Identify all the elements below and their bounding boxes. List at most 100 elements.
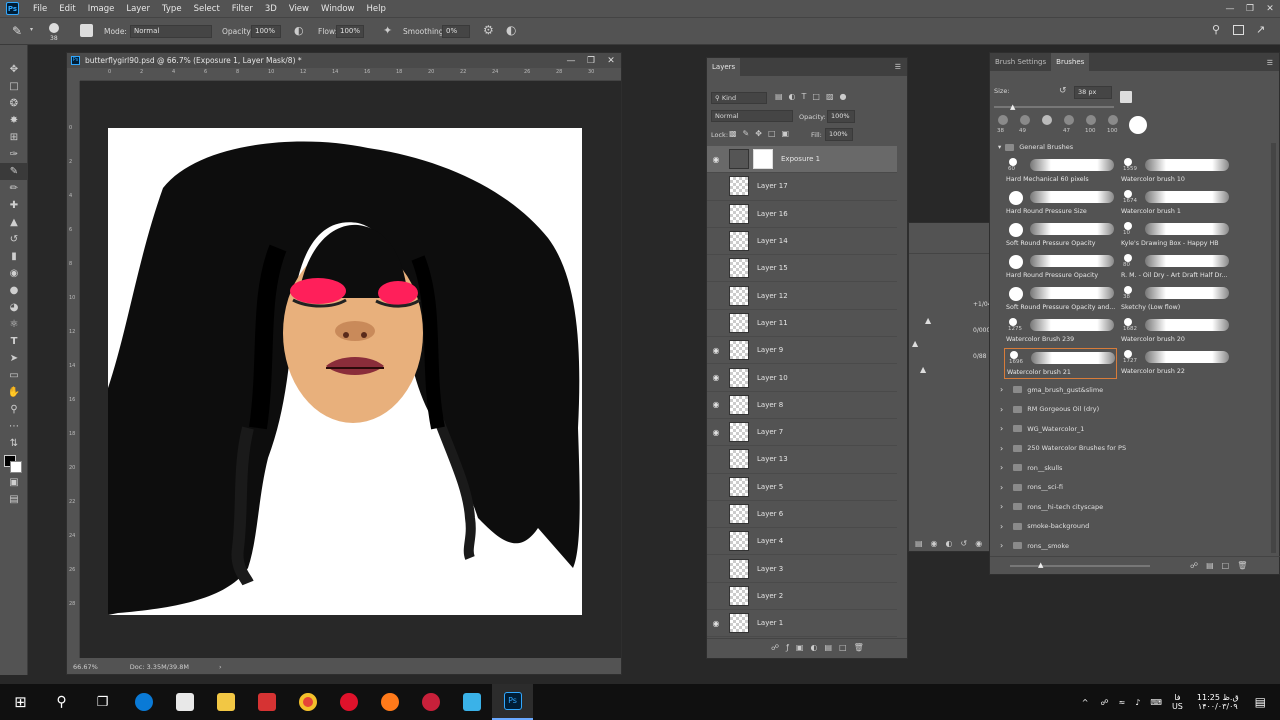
- menu-image[interactable]: Image: [82, 4, 121, 14]
- slider-handle-icon[interactable]: ▲: [912, 339, 918, 348]
- chevron-right-icon[interactable]: ›: [1000, 405, 1003, 414]
- pencil-tool-icon[interactable]: ✏: [0, 180, 28, 197]
- menu-file[interactable]: File: [27, 4, 53, 14]
- artwork-canvas[interactable]: [108, 128, 582, 615]
- document-tab[interactable]: Ps butterflygirl90.psd @ 66.7% (Exposure…: [67, 53, 621, 68]
- brush-preset[interactable]: Hard Round Pressure Opacity: [1004, 252, 1117, 283]
- brush-preset[interactable]: 60 Hard Mechanical 60 pixels: [1004, 156, 1117, 187]
- layer-name[interactable]: Layer 11: [757, 319, 788, 327]
- layer-name[interactable]: Layer 10: [757, 374, 788, 382]
- tab-brushes[interactable]: Brushes: [1051, 53, 1090, 71]
- brush-folder[interactable]: › WG_Watercolor_1: [998, 419, 1268, 439]
- chrome-icon[interactable]: [287, 684, 328, 720]
- chevron-right-icon[interactable]: ›: [1000, 522, 1003, 531]
- move-tool-icon[interactable]: ✥: [0, 61, 28, 78]
- task-view-icon[interactable]: ❐: [82, 684, 123, 720]
- airbrush-icon[interactable]: ✦: [383, 24, 392, 37]
- brush-preset[interactable]: 1696 Watercolor brush 21: [1004, 348, 1117, 379]
- brush-preset[interactable]: 1674 Watercolor brush 1: [1119, 188, 1232, 219]
- layer-name[interactable]: Layer 12: [757, 292, 788, 300]
- menu-type[interactable]: Type: [156, 4, 188, 14]
- visibility-eye-icon[interactable]: ◉: [707, 400, 725, 409]
- app-icon[interactable]: [410, 684, 451, 720]
- layer-thumbnail[interactable]: [729, 231, 749, 252]
- brush-folder[interactable]: › 250 Watercolor Brushes for PS: [998, 439, 1268, 459]
- smoothing-field[interactable]: 0%: [442, 25, 470, 38]
- brush-preset[interactable]: Soft Round Pressure Opacity: [1004, 220, 1117, 251]
- brush-folder[interactable]: › rons__sci-fi: [998, 478, 1268, 498]
- clock[interactable]: 11:25 ق.ظ ۱۴۰۰/۰۳/۰۹: [1197, 693, 1239, 711]
- layer-row[interactable]: Layer 3: [707, 556, 897, 583]
- keyboard-icon[interactable]: ⌨: [1150, 698, 1162, 707]
- pressure-opacity-icon[interactable]: ◐: [294, 24, 304, 37]
- layer-thumbnail[interactable]: [729, 285, 749, 306]
- layer-row[interactable]: ◉ Layer 8: [707, 392, 897, 419]
- recent-brush-preset[interactable]: 100: [1104, 115, 1122, 137]
- panel-menu-icon[interactable]: ☰: [895, 63, 901, 71]
- chevron-right-icon[interactable]: ›: [1000, 483, 1003, 492]
- layer-thumbnail[interactable]: [729, 149, 749, 170]
- recent-brush-preset[interactable]: 47: [1060, 115, 1078, 137]
- doc-size-readout[interactable]: Doc: 3.35M/39.8M: [130, 663, 189, 671]
- visibility-eye-icon[interactable]: ◉: [707, 428, 725, 437]
- color-swatches[interactable]: [0, 452, 28, 474]
- scrollbar[interactable]: [1271, 143, 1276, 553]
- layer-thumbnail[interactable]: [729, 558, 749, 579]
- chevron-right-icon[interactable]: ›: [1000, 541, 1003, 550]
- pen-tool-icon[interactable]: ⚛: [0, 316, 28, 333]
- blend-mode-select[interactable]: Normal: [711, 110, 793, 122]
- brush-preset[interactable]: 1559 Watercolor brush 10: [1119, 156, 1232, 187]
- size-field[interactable]: 38 px: [1074, 86, 1112, 99]
- layer-thumbnail[interactable]: [729, 422, 749, 443]
- layer-row[interactable]: Layer 11: [707, 310, 897, 338]
- quick-mask-icon[interactable]: ▣: [0, 474, 28, 491]
- opacity-field[interactable]: 100%: [251, 25, 281, 38]
- size-slider-handle-icon[interactable]: ▲: [1010, 103, 1015, 111]
- horizontal-ruler[interactable]: 0 2 4 6 8 10 12 14 16 18 20 22 24 26 28 30: [80, 69, 621, 81]
- layer-row[interactable]: ◉ Layer 9: [707, 337, 897, 365]
- brush-preset[interactable]: 1275 Watercolor Brush 239: [1004, 316, 1117, 347]
- menu-window[interactable]: Window: [315, 4, 361, 14]
- brush-group-header[interactable]: ▾ General Brushes: [994, 141, 1270, 153]
- brush-preset[interactable]: 1727 Watercolor brush 22: [1119, 348, 1232, 379]
- dodge-tool-icon[interactable]: ◕: [0, 299, 28, 316]
- wifi-icon[interactable]: ≈: [1119, 698, 1126, 707]
- zoom-tool-icon[interactable]: ⚲: [0, 401, 28, 418]
- search-icon[interactable]: ⚲: [41, 684, 82, 720]
- reset-size-icon[interactable]: ↺: [1059, 86, 1067, 96]
- chevron-up-icon[interactable]: ^: [1082, 698, 1089, 707]
- layer-name[interactable]: Layer 9: [757, 346, 783, 354]
- eraser-tool-icon[interactable]: ▮: [0, 248, 28, 265]
- media-app-icon[interactable]: [246, 684, 287, 720]
- layer-thumbnail[interactable]: [729, 176, 749, 197]
- eyedropper-tool-icon[interactable]: ✑: [0, 146, 28, 163]
- layer-footer-icons[interactable]: ☍ƒ▣◐▤□🗑: [771, 643, 871, 652]
- mode-select[interactable]: Normal: [130, 25, 212, 38]
- brush-folder[interactable]: › ron__skulls: [998, 458, 1268, 478]
- new-preset-icon[interactable]: [1120, 91, 1132, 103]
- layer-row[interactable]: Layer 12: [707, 283, 897, 310]
- opera-icon[interactable]: [328, 684, 369, 720]
- fill-field[interactable]: 100%: [825, 128, 853, 141]
- visibility-eye-icon[interactable]: ◉: [707, 373, 725, 382]
- gear-icon[interactable]: ⚙: [483, 23, 494, 37]
- layer-row[interactable]: Layer 2: [707, 583, 897, 611]
- doc-restore-icon[interactable]: ❐: [581, 56, 601, 66]
- restore-icon[interactable]: ❐: [1240, 4, 1260, 14]
- menu-view[interactable]: View: [283, 4, 315, 14]
- visibility-eye-icon[interactable]: ◉: [707, 619, 725, 628]
- chevron-down-icon[interactable]: ▾: [30, 26, 33, 33]
- close-icon[interactable]: ✕: [1260, 4, 1280, 14]
- brush-preset[interactable]: 38 Sketchy (Low flow): [1119, 284, 1232, 315]
- layer-row[interactable]: ◉ Layer 10: [707, 364, 897, 392]
- brush-preset[interactable]: Hard Round Pressure Size: [1004, 188, 1117, 219]
- layer-name[interactable]: Layer 3: [757, 565, 783, 573]
- layer-name[interactable]: Layer 7: [757, 428, 783, 436]
- layer-row[interactable]: Layer 5: [707, 474, 897, 501]
- background-color-icon[interactable]: [10, 461, 22, 473]
- layer-name[interactable]: Layer 13: [757, 455, 788, 463]
- menu-3d[interactable]: 3D: [259, 4, 283, 14]
- layer-row[interactable]: Layer 13: [707, 446, 897, 474]
- layer-name[interactable]: Layer 17: [757, 182, 788, 190]
- filter-kind-select[interactable]: ⚲ Kind: [711, 92, 767, 104]
